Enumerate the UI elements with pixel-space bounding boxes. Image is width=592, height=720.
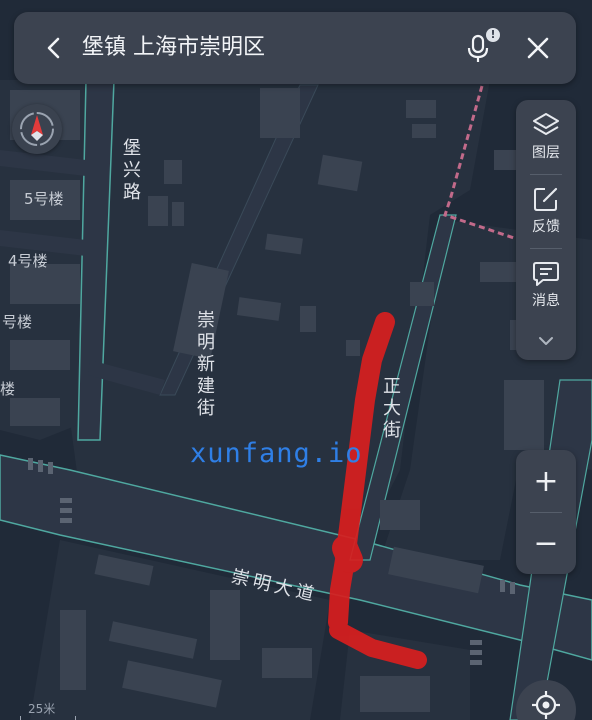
feedback-button[interactable]: 反馈: [516, 184, 576, 250]
compass-icon: [20, 112, 54, 146]
voice-search-button[interactable]: !: [458, 28, 500, 68]
message-icon: [533, 262, 559, 286]
building-label: 4号楼: [8, 252, 48, 270]
chevron-down-icon: [539, 337, 553, 345]
divider: [530, 248, 562, 249]
divider: [530, 174, 562, 175]
chevron-left-icon: [47, 37, 60, 59]
compass-button[interactable]: [12, 104, 62, 154]
road-label-baoxing: 堡兴路: [123, 138, 141, 203]
watermark: xunfang.io: [190, 438, 363, 469]
messages-button[interactable]: 消息: [516, 258, 576, 324]
map-screen: 堡兴路 崇明新建街 正大街 崇明大道 5号楼 4号楼 号楼 楼 xunfang.…: [0, 0, 592, 720]
zoom-out-button[interactable]: −: [516, 512, 576, 574]
building-label: 楼: [0, 380, 16, 398]
edit-feedback-icon: [534, 187, 558, 211]
scale-bar: [20, 716, 76, 720]
layers-label: 图层: [532, 145, 560, 161]
building-label: 号楼: [2, 313, 33, 331]
road-label-zhengda: 正大街: [383, 376, 401, 441]
search-title[interactable]: 堡镇 上海市崇明区: [82, 30, 265, 66]
zoom-controls: + −: [516, 450, 576, 574]
layers-button[interactable]: 图层: [516, 110, 576, 176]
close-button[interactable]: [520, 30, 556, 66]
layers-icon: [533, 113, 559, 135]
road-label-chongming-xinjian: 崇明新建街: [197, 310, 215, 419]
close-icon: [527, 37, 549, 59]
map-tools-panel: 图层 反馈 消息: [516, 100, 576, 360]
back-button[interactable]: [36, 30, 72, 66]
messages-label: 消息: [532, 293, 560, 309]
scale-label: 25米: [28, 702, 56, 716]
locate-icon: [532, 691, 560, 719]
map-canvas[interactable]: [0, 0, 592, 720]
zoom-in-button[interactable]: +: [516, 450, 576, 512]
building-label: 5号楼: [24, 190, 64, 208]
feedback-label: 反馈: [532, 219, 560, 235]
search-bar[interactable]: 堡镇 上海市崇明区 !: [14, 12, 576, 84]
more-tools-button[interactable]: [516, 326, 576, 356]
mic-badge: !: [486, 28, 500, 42]
